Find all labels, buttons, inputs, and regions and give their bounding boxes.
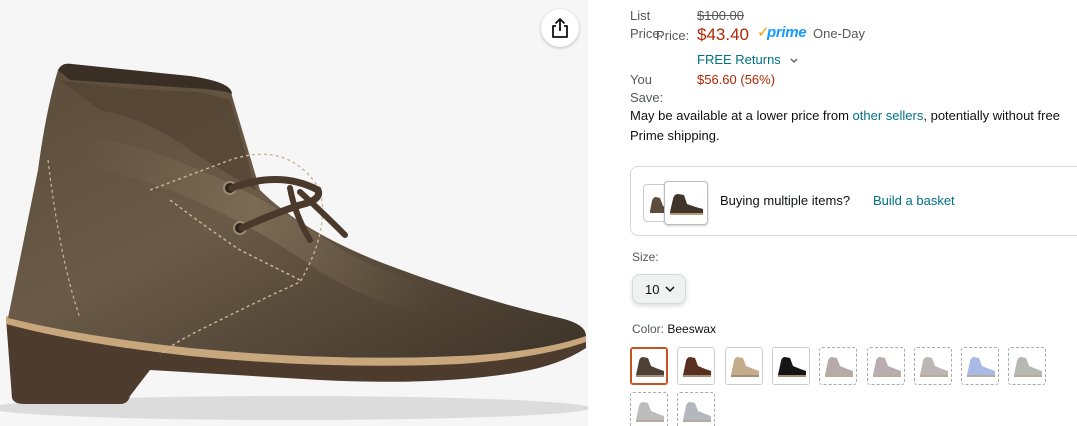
boot-swatch-icon	[683, 357, 712, 377]
boot-swatch-icon	[919, 357, 948, 377]
size-label: Size:	[632, 250, 659, 264]
color-swatch[interactable]	[866, 347, 905, 385]
basket-prompt: Buying multiple items?	[720, 193, 851, 208]
size-dropdown[interactable]: 10	[632, 274, 686, 304]
color-swatch[interactable]	[630, 392, 668, 426]
color-swatch[interactable]	[771, 347, 810, 385]
free-returns-label: FREE Returns	[697, 52, 781, 67]
boot-swatch-icon	[636, 357, 664, 377]
boot-thumbnail-icon	[670, 194, 703, 215]
color-swatch[interactable]	[913, 347, 952, 385]
free-returns-link[interactable]: FREE Returns	[697, 51, 798, 69]
color-swatch[interactable]	[819, 347, 858, 385]
boot-swatch-icon	[730, 357, 759, 377]
other-sellers-link[interactable]: other sellers	[853, 108, 924, 123]
boot-swatch-icon	[777, 357, 806, 377]
build-basket-card: Buying multiple items? Build a basket	[630, 166, 1077, 236]
other-sellers-note: May be available at a lower price from o…	[630, 106, 1077, 146]
boot-swatch-icon	[683, 402, 712, 422]
share-button[interactable]	[541, 9, 579, 47]
color-swatch[interactable]	[677, 347, 716, 385]
boot-swatch-icon	[872, 357, 901, 377]
product-image[interactable]	[0, 0, 588, 426]
color-label-text: Color:	[632, 322, 668, 336]
prime-logo: prime	[767, 24, 807, 41]
list-price: $100.00	[697, 8, 744, 23]
boot-swatch-icon	[636, 402, 664, 422]
basket-thumb-front	[664, 181, 708, 225]
color-swatch[interactable]	[1008, 347, 1047, 385]
color-swatch[interactable]	[630, 347, 668, 385]
boot-swatch-icon	[1014, 357, 1043, 377]
color-swatch[interactable]	[961, 347, 1000, 385]
price-label: Price:	[656, 28, 690, 43]
sellers-note-prefix: May be available at a lower price from	[630, 108, 853, 123]
product-details: List Price: $100.00 Price: $43.40 ✓ prim…	[630, 0, 1077, 426]
color-swatch[interactable]	[677, 392, 716, 426]
size-selected-value: 10	[645, 281, 660, 297]
product-image-panel[interactable]	[0, 0, 588, 426]
boot-swatch-icon	[967, 357, 996, 377]
color-label: Color: Beeswax	[632, 322, 716, 336]
you-save-amount: $56.60 (56%)	[697, 72, 776, 87]
chevron-down-icon	[790, 58, 798, 63]
color-swatch[interactable]	[724, 347, 763, 385]
build-basket-link[interactable]: Build a basket	[873, 193, 955, 208]
price: $43.40	[697, 25, 749, 44]
you-save-label: You Save:	[630, 72, 664, 105]
prime-speed: One-Day	[813, 26, 866, 41]
share-icon	[552, 18, 568, 38]
color-selected-name: Beeswax	[667, 322, 717, 336]
chevron-down-icon	[665, 285, 675, 292]
boot-swatch-icon	[825, 357, 854, 377]
